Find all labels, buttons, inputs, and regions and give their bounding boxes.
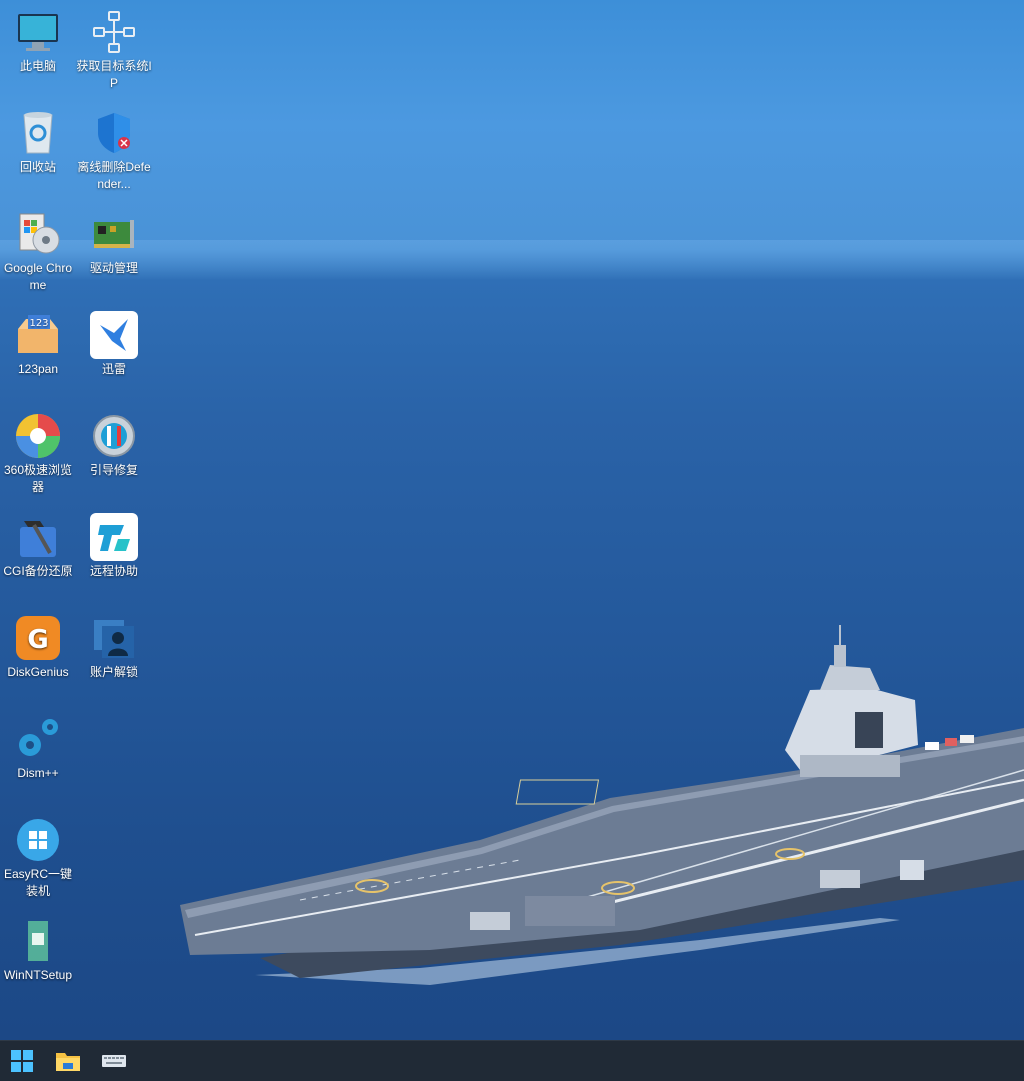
start-button[interactable] [8,1047,36,1075]
desktop-icon-label: EasyRC一键装机 [3,867,72,898]
network-icon [93,11,135,53]
desktop-icon-diskgenius[interactable]: G DiskGenius [0,614,76,681]
desktop-icon-driver-manager[interactable]: 驱动管理 [76,210,152,277]
windows-start-icon [11,1050,33,1072]
defender-shield-icon [98,113,130,153]
remote-assist-icon [90,513,138,561]
taskbar [0,1040,1024,1081]
desktop-icon-remove-defender[interactable]: 离线删除Defender... [76,109,152,193]
desktop-icon-label: 此电脑 [19,59,56,73]
desktop-icon-label: WinNTSetup [3,968,73,982]
desktop-icon-label: Google Chrome [3,261,73,292]
desktop-icon-easyrc[interactable]: EasyRC一键装机 [0,816,76,900]
svg-text:123: 123 [29,318,48,329]
desktop-icon-label: CGI备份还原 [3,564,73,578]
desktop-icon-123pan[interactable]: 123 123pan [0,311,76,378]
desktop-icon-recycle-bin[interactable]: 回收站 [0,109,76,176]
windows-circle-icon [17,819,59,861]
recycle-bin-icon [23,112,53,154]
account-unlock-icon [94,620,134,658]
desktop-icon-remote-assist[interactable]: 远程协助 [76,513,152,580]
svg-text:G: G [27,625,48,655]
desktop-icon-xunlei[interactable]: 迅雷 [76,311,152,378]
desktop-wallpaper: 此电脑 回收站 Google Chrome 123 123pan 360极速浏览… [0,0,1024,1040]
gears-icon [19,719,58,756]
desktop-icon-cgi-backup[interactable]: CGI备份还原 [0,513,76,580]
desktop-icon-boot-repair[interactable]: 引导修复 [76,412,152,479]
desktop-icon-label: 获取目标系统IP [76,59,152,90]
winntsetup-icon [28,921,48,961]
folder-icon [56,1053,80,1071]
desktop-icon-label: 账户解锁 [89,665,138,679]
keyboard-button[interactable] [100,1047,128,1075]
cgi-hammer-icon [20,521,56,557]
desktop-icon-label: 驱动管理 [89,261,138,275]
boot-repair-gear-icon [93,415,135,457]
123pan-icon: 123 [18,315,58,353]
desktop-icon-winntsetup[interactable]: WinNTSetup [0,917,76,984]
desktop-icon-account-unlock[interactable]: 账户解锁 [76,614,152,681]
desktop-icon-label: DiskGenius [7,665,69,679]
desktop-icon-label: 引导修复 [89,463,138,477]
desktop-icon-360-browser[interactable]: 360极速浏览器 [0,412,76,496]
installer-box-icon [19,213,60,254]
desktop-icon-label: 离线删除Defender... [77,160,151,191]
desktop-icon-google-chrome[interactable]: Google Chrome [0,210,76,294]
desktop-icon-label: 迅雷 [101,362,126,376]
keyboard-icon [102,1055,126,1067]
desktop-icon-label: 回收站 [19,160,56,174]
desktop-icon-dism[interactable]: Dism++ [0,715,76,782]
file-explorer-button[interactable] [54,1047,82,1075]
desktop-icon-label: 123pan [17,362,59,376]
thunder-bird-icon [90,311,138,359]
desktop-icon-label: 360极速浏览器 [3,463,73,494]
driver-card-icon [94,220,134,248]
desktop-icon-label: 远程协助 [89,564,138,578]
desktop-icon-get-target-ip[interactable]: 获取目标系统IP [76,8,152,92]
360-browser-icon [16,414,60,458]
aircraft-carrier-image [180,625,1024,985]
diskgenius-icon: G [16,616,60,660]
desktop-icon-label: Dism++ [17,766,59,780]
computer-icon [18,14,58,51]
desktop-icon-this-pc[interactable]: 此电脑 [0,8,76,75]
